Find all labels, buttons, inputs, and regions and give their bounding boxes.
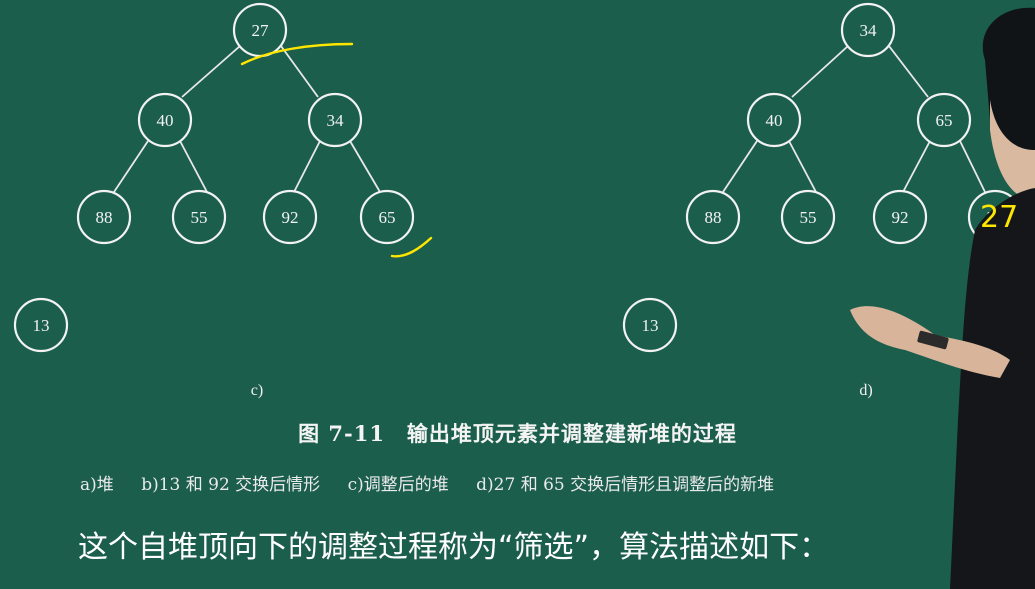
svg-text:65: 65 [379, 208, 396, 227]
panel-c-node-rl: 92 [262, 189, 318, 245]
panel-d-removed-node: 13 [622, 297, 678, 353]
panel-d-node-r: 65 [916, 92, 972, 148]
panel-c-removed-node: 13 [13, 297, 69, 353]
svg-text:92: 92 [892, 208, 909, 227]
chalkboard-diagram: 27 40 34 88 55 92 65 13 c) 34 40 65 88 5… [13, 2, 1035, 589]
legend-item-b: b)13 和 92 交换后情形 [141, 475, 321, 495]
legend-item-a: a)堆 [80, 475, 114, 495]
panel-d-node-ll: 88 [685, 189, 741, 245]
svg-text:34: 34 [327, 111, 345, 130]
svg-text:88: 88 [96, 208, 113, 227]
panel-d-node-l: 40 [746, 92, 802, 148]
svg-text:40: 40 [157, 111, 174, 130]
panel-c-node-r: 34 [307, 92, 363, 148]
svg-text:55: 55 [191, 208, 208, 227]
panel-d-node-lr: 55 [780, 189, 836, 245]
svg-text:55: 55 [800, 208, 817, 227]
panel-d-label: d) [859, 382, 872, 399]
legend-item-d: d)27 和 65 交换后情形且调整后的新堆 [476, 475, 775, 495]
svg-text:13: 13 [642, 316, 659, 335]
panel-c-label: c) [251, 382, 263, 399]
svg-text:88: 88 [705, 208, 722, 227]
svg-text:27: 27 [252, 21, 270, 40]
panel-d-node-root: 34 [840, 2, 896, 58]
legend-item-c: c)调整后的堆 [347, 475, 449, 495]
overlay-number: 27 [980, 200, 1019, 235]
figure-caption: 图 7-11 输出堆顶元素并调整建新堆的过程 [298, 421, 737, 446]
figure-legend: a)堆 b)13 和 92 交换后情形 c)调整后的堆 d)27 和 65 交换… [80, 470, 796, 495]
panel-c-node-ll: 88 [76, 189, 132, 245]
yellow-underline-mark [240, 42, 354, 66]
panel-c-node-l: 40 [137, 92, 193, 148]
svg-text:13: 13 [33, 316, 50, 335]
svg-text:40: 40 [766, 111, 783, 130]
panel-c-node-root: 27 [232, 2, 288, 58]
panel-c-node-lr: 55 [171, 189, 227, 245]
lecture-subtitle: 这个自堆顶向下的调整过程称为“筛选”，算法描述如下： [78, 530, 830, 565]
svg-text:92: 92 [282, 208, 299, 227]
svg-text:65: 65 [936, 111, 953, 130]
panel-c-node-rr: 65 [359, 189, 415, 245]
svg-text:34: 34 [860, 21, 878, 40]
panel-d-node-rl: 92 [872, 189, 928, 245]
